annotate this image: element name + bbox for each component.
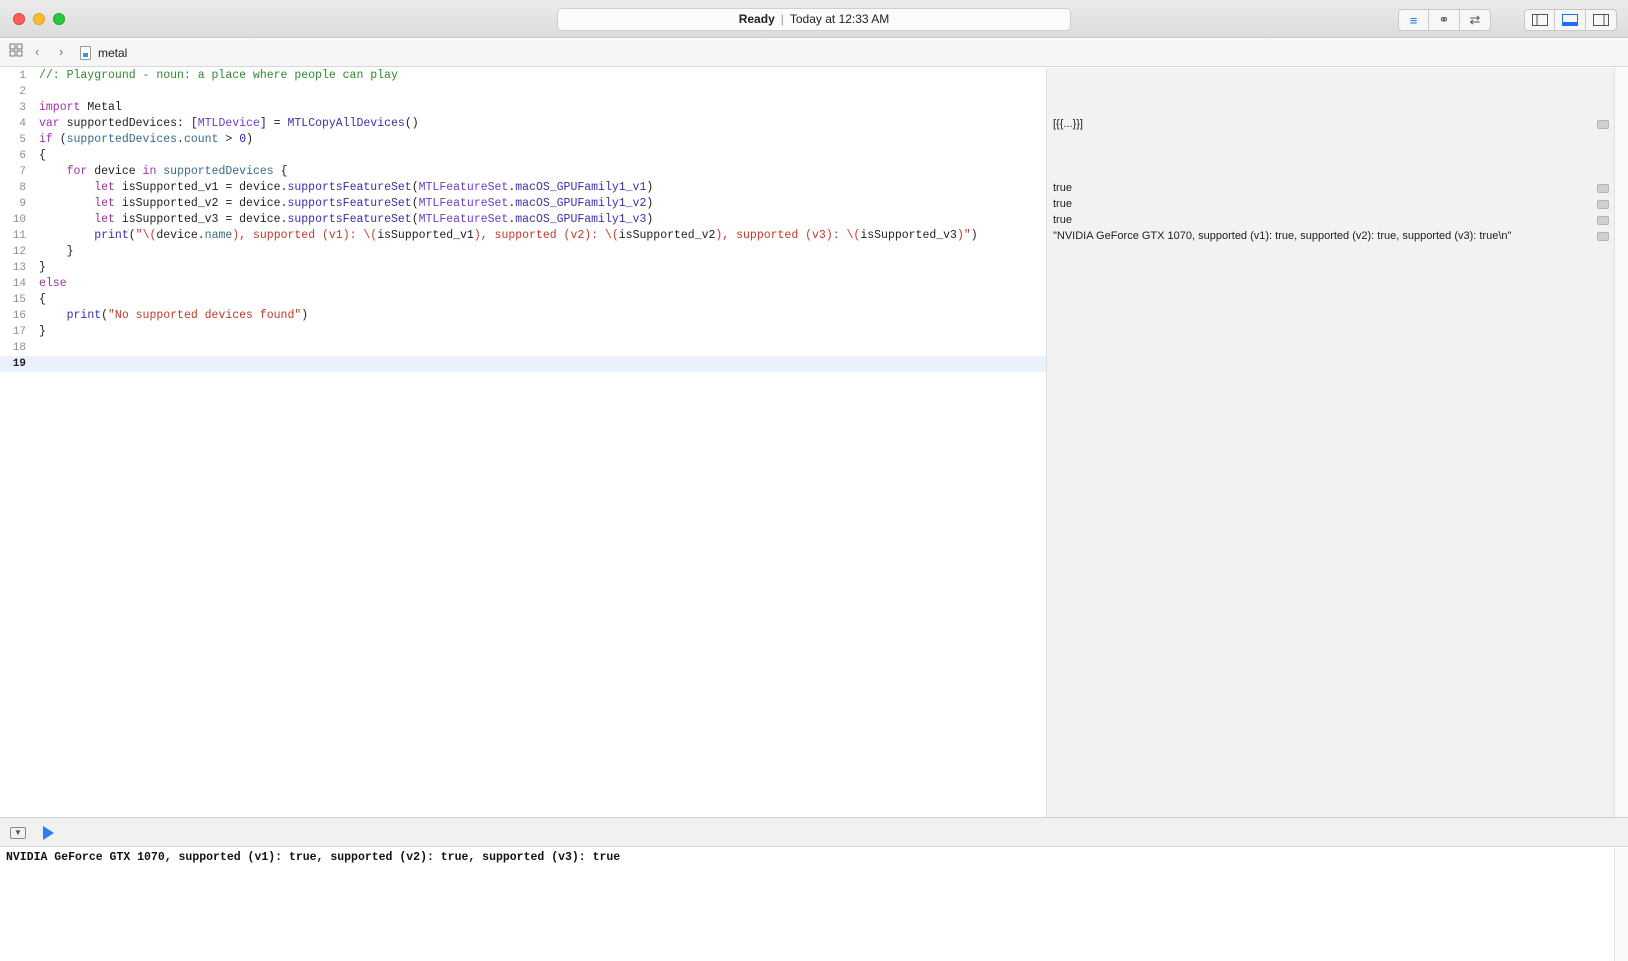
jump-bar: ‹ › metal — [0, 39, 1628, 67]
left-panel-icon — [1531, 14, 1548, 26]
assistant-editor-button[interactable]: ⚭ — [1429, 9, 1460, 31]
line-number: 2 — [19, 86, 26, 98]
quick-look-icon[interactable] — [1597, 184, 1609, 193]
current-code-line[interactable]: 19 — [0, 356, 1046, 372]
code-text: var supportedDevices: [MTLDevice] = MTLC… — [39, 117, 419, 130]
result-line-4: [{{...}}] — [1053, 118, 1083, 130]
code-text: let isSupported_v3 = device.supportsFeat… — [94, 213, 654, 226]
close-window-button[interactable] — [13, 13, 25, 25]
console-output[interactable]: NVIDIA GeForce GTX 1070, supported (v1):… — [0, 848, 1614, 961]
playground-file-icon — [80, 46, 91, 60]
zoom-window-button[interactable] — [53, 13, 65, 25]
result-line-8: true — [1053, 182, 1072, 194]
line-number: 19 — [12, 358, 26, 370]
console-scrollbar[interactable] — [1614, 848, 1628, 961]
line-number: 7 — [19, 166, 26, 178]
line-number: 13 — [12, 262, 26, 274]
related-items-icon[interactable] — [9, 43, 23, 60]
code-text: let isSupported_v2 = device.supportsFeat… — [94, 197, 654, 210]
lines-icon: ≡ — [1409, 12, 1418, 28]
line-number: 1 — [19, 70, 26, 82]
code-line[interactable]: 10 let isSupported_v3 = device.supportsF… — [0, 212, 1046, 228]
quick-look-icon[interactable] — [1597, 200, 1609, 209]
code-line[interactable]: 14 else — [0, 276, 1046, 292]
code-line[interactable]: 15 { — [0, 292, 1046, 308]
line-number: 12 — [12, 246, 26, 258]
code-text: if (supportedDevices.count > 0) — [39, 133, 253, 146]
code-text: else — [39, 277, 67, 290]
code-line[interactable]: 17} — [0, 324, 1046, 340]
build-status: Ready — [738, 12, 775, 26]
line-number: 8 — [19, 182, 26, 194]
code-line[interactable]: 6{ — [0, 148, 1046, 164]
line-number: 11 — [12, 230, 26, 242]
code-text: } — [39, 261, 46, 274]
toggle-debug-area-button[interactable] — [1555, 9, 1586, 31]
code-line[interactable]: 18 — [0, 340, 1046, 356]
minimize-window-button[interactable] — [33, 13, 45, 25]
code-text: //: Playground - noun: a place where peo… — [39, 69, 398, 82]
code-text: for device in supportedDevices { — [66, 165, 288, 178]
standard-editor-button[interactable]: ≡ — [1398, 9, 1429, 31]
code-text: } — [39, 245, 74, 258]
code-line[interactable]: 2 — [0, 84, 1046, 100]
code-text: print("No supported devices found") — [66, 309, 309, 322]
code-text: print("\(device.name), supported (v1): \… — [94, 229, 978, 242]
quick-look-icon[interactable] — [1597, 120, 1609, 129]
line-number: 17 — [12, 326, 26, 338]
arrows-swap-icon: ⇄ — [1469, 12, 1481, 27]
line-number: 15 — [12, 294, 26, 306]
code-line[interactable]: 1 //: Playground - noun: a place where pe… — [0, 68, 1046, 84]
code-line[interactable]: 7 for device in supportedDevices { — [0, 164, 1046, 180]
version-editor-button[interactable]: ⇄ — [1460, 9, 1491, 31]
bottom-panel-icon — [1562, 14, 1578, 26]
results-sidebar: [{{...}}] true true true "NVIDIA GeForce… — [1046, 68, 1614, 817]
line-number: 14 — [12, 278, 26, 290]
toggle-utilities-button[interactable] — [1586, 9, 1617, 31]
result-line-11: "NVIDIA GeForce GTX 1070, supported (v1)… — [1053, 230, 1512, 242]
code-line[interactable]: 11 print("\(device.name), supported (v1)… — [0, 228, 1046, 244]
code-line[interactable]: 3 import Metal — [0, 100, 1046, 116]
build-timestamp: Today at 12:33 AM — [789, 12, 890, 26]
debug-bar: ▼ — [0, 817, 1628, 847]
source-editor[interactable]: 1 //: Playground - noun: a place where pe… — [0, 68, 1046, 817]
line-number: 10 — [12, 214, 26, 226]
activity-separator: | — [780, 12, 784, 26]
code-line[interactable]: 12 } — [0, 244, 1046, 260]
line-number: 18 — [12, 342, 26, 354]
code-text: { — [39, 149, 46, 162]
code-line[interactable]: 8 let isSupported_v1 = device.supportsFe… — [0, 180, 1046, 196]
code-text: import Metal — [39, 101, 122, 114]
quick-look-icon[interactable] — [1597, 232, 1609, 241]
code-line[interactable]: 4 var supportedDevices: [MTLDevice] = MTL… — [0, 116, 1046, 132]
breadcrumb-file[interactable]: metal — [98, 46, 127, 60]
hide-debug-area-icon[interactable]: ▼ — [10, 827, 26, 839]
title-bar: Ready | Today at 12:33 AM ≡ ⚭ ⇄ — [0, 0, 1628, 38]
result-line-9: true — [1053, 198, 1072, 210]
run-playground-icon[interactable] — [43, 826, 54, 840]
overlap-circles-icon: ⚭ — [1438, 12, 1450, 27]
back-chevron-icon[interactable]: ‹ — [35, 44, 39, 59]
forward-chevron-icon[interactable]: › — [59, 44, 63, 59]
line-number: 16 — [12, 310, 26, 322]
right-panel-icon — [1593, 14, 1609, 26]
code-line[interactable]: 13} — [0, 260, 1046, 276]
code-text: { — [39, 293, 46, 306]
quick-look-icon[interactable] — [1597, 216, 1609, 225]
activity-viewer: Ready | Today at 12:33 AM — [557, 8, 1071, 31]
line-number: 9 — [19, 198, 26, 210]
code-line[interactable]: 16 print("No supported devices found") — [0, 308, 1046, 324]
code-text: } — [39, 325, 46, 338]
toggle-navigator-button[interactable] — [1524, 9, 1555, 31]
line-number: 4 — [19, 118, 26, 130]
editor-scrollbar[interactable] — [1614, 68, 1628, 817]
code-text: let isSupported_v1 = device.supportsFeat… — [94, 181, 654, 194]
line-number: 3 — [19, 102, 26, 114]
console-text: NVIDIA GeForce GTX 1070, supported (v1):… — [6, 851, 621, 864]
code-line[interactable]: 9 let isSupported_v2 = device.supportsFe… — [0, 196, 1046, 212]
line-number: 5 — [19, 134, 26, 146]
code-line[interactable]: 5 if (supportedDevices.count > 0) — [0, 132, 1046, 148]
result-line-10: true — [1053, 214, 1072, 226]
line-number: 6 — [19, 150, 26, 162]
